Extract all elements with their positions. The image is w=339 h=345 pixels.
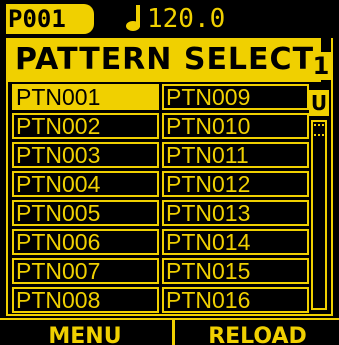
current-pattern-id: P001 xyxy=(6,4,94,34)
scrollbar[interactable]: U xyxy=(309,90,331,312)
tempo-value: 120.0 xyxy=(147,4,226,34)
reload-button[interactable]: RELOAD xyxy=(176,322,339,345)
pattern-item[interactable]: PTN014 xyxy=(162,229,309,255)
quarter-note-icon xyxy=(126,5,140,31)
scroll-thumb[interactable] xyxy=(314,124,324,136)
softkey-divider xyxy=(172,320,175,345)
pattern-item[interactable]: PTN005 xyxy=(12,200,159,226)
pattern-column-left: PTN001 PTN002 PTN003 PTN004 PTN005 PTN00… xyxy=(12,84,159,316)
pattern-item[interactable]: PTN012 xyxy=(162,171,309,197)
softkey-bar: MENU RELOAD xyxy=(0,318,339,345)
pattern-item[interactable]: PTN011 xyxy=(162,142,309,168)
panel-title: PATTERN SELECT xyxy=(8,38,321,82)
pattern-item[interactable]: PTN009 xyxy=(162,84,309,110)
pattern-item[interactable]: PTN010 xyxy=(162,113,309,139)
pattern-item[interactable]: PTN001 xyxy=(12,84,159,110)
menu-button[interactable]: MENU xyxy=(0,322,170,345)
scroll-track[interactable] xyxy=(311,120,327,310)
status-bar: P001 120.0 xyxy=(0,0,339,38)
scroll-up-button[interactable]: U xyxy=(309,90,329,116)
pattern-item[interactable]: PTN004 xyxy=(12,171,159,197)
bank-number[interactable]: 1 xyxy=(311,52,331,80)
pattern-item[interactable]: PTN006 xyxy=(12,229,159,255)
pattern-item[interactable]: PTN003 xyxy=(12,142,159,168)
pattern-column-right: PTN009 PTN010 PTN011 PTN012 PTN013 PTN01… xyxy=(162,84,309,316)
pattern-item[interactable]: PTN015 xyxy=(162,258,309,284)
pattern-item[interactable]: PTN016 xyxy=(162,287,309,313)
pattern-item[interactable]: PTN007 xyxy=(12,258,159,284)
pattern-item[interactable]: PTN002 xyxy=(12,113,159,139)
pattern-select-panel: PATTERN SELECT 1 PTN001 PTN002 PTN003 PT… xyxy=(6,38,333,316)
pattern-item[interactable]: PTN008 xyxy=(12,287,159,313)
pattern-item[interactable]: PTN013 xyxy=(162,200,309,226)
